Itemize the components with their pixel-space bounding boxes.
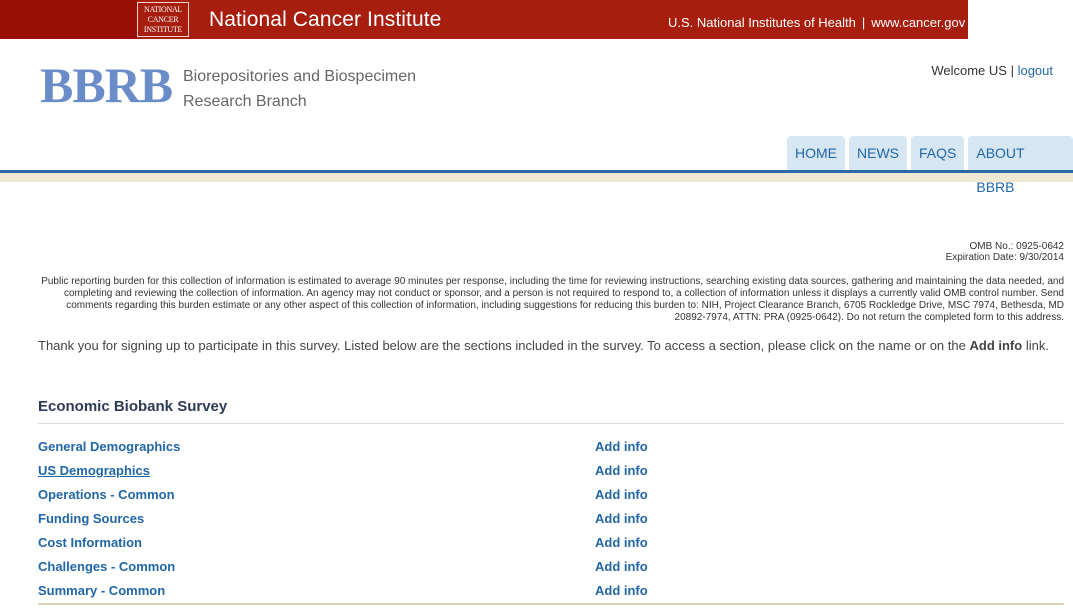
bbrb-subtitle-line1: Biorepositories and Biospecimen xyxy=(183,68,417,85)
welcome-area: Welcome US | logout xyxy=(931,63,1053,78)
nav-tab-home[interactable]: HOME xyxy=(787,136,845,170)
add-info-link[interactable]: Add info xyxy=(595,583,648,598)
omb-info: OMB No.: 0925-0642 Expiration Date: 9/30… xyxy=(946,241,1064,263)
nci-banner: NATIONAL CANCER INSTITUTE National Cance… xyxy=(0,0,1073,39)
nci-logo[interactable]: NATIONAL CANCER INSTITUTE xyxy=(137,2,189,37)
add-info-link[interactable]: Add info xyxy=(595,559,648,574)
add-info-link[interactable]: Add info xyxy=(595,439,648,454)
section-name-challenges-common[interactable]: Challenges - Common xyxy=(38,559,175,574)
intro-tail: link. xyxy=(1025,338,1049,353)
intro-text: Thank you for signing up to participate … xyxy=(38,338,1049,353)
main-nav: HOME NEWS FAQS ABOUT BBRB xyxy=(787,136,1073,195)
section-row: General Demographics Add info xyxy=(38,437,1064,461)
section-row: US Demographics Add info xyxy=(38,461,1064,485)
burden-statement: Public reporting burden for this collect… xyxy=(41,276,1064,323)
header-rule-tan xyxy=(0,173,1073,182)
section-name-funding-sources[interactable]: Funding Sources xyxy=(38,511,144,526)
survey-sections: General Demographics Add info US Demogra… xyxy=(38,437,1064,605)
intro-body: Thank you for signing up to participate … xyxy=(38,338,966,353)
nci-title[interactable]: National Cancer Institute xyxy=(209,8,441,32)
section-row: Summary - Common Add info xyxy=(38,581,1064,605)
section-row: Challenges - Common Add info xyxy=(38,557,1064,581)
nci-logo-line: INSTITUTE xyxy=(143,25,183,34)
omb-expiration: Expiration Date: 9/30/2014 xyxy=(945,252,1064,263)
nav-tab-faqs[interactable]: FAQS xyxy=(911,136,965,170)
nci-banner-left-block xyxy=(0,0,137,39)
nav-tab-about[interactable]: ABOUT BBRB xyxy=(968,136,1073,195)
nci-links: U.S. National Institutes of Health | www.c… xyxy=(668,15,965,30)
add-info-link[interactable]: Add info xyxy=(595,487,648,502)
bbrb-subtitle: Biorepositories and Biospecimen Research… xyxy=(183,64,416,114)
bbrb-logo[interactable]: BBRB xyxy=(40,58,173,113)
section-name-general-demographics[interactable]: General Demographics xyxy=(38,439,180,454)
bbrb-subtitle-line2: Research Branch xyxy=(183,93,307,110)
cancer-gov-link[interactable]: www.cancer.gov xyxy=(871,15,965,30)
omb-number: OMB No.: 0925-0642 xyxy=(969,241,1065,252)
survey-title: Economic Biobank Survey xyxy=(38,398,1064,424)
section-row: Cost Information Add info xyxy=(38,533,1064,557)
section-name-us-demographics[interactable]: US Demographics xyxy=(38,463,150,478)
add-info-link[interactable]: Add info xyxy=(595,511,648,526)
add-info-link[interactable]: Add info xyxy=(595,535,648,550)
logout-link[interactable]: logout xyxy=(1018,63,1053,78)
section-name-cost-information[interactable]: Cost Information xyxy=(38,535,142,550)
nci-logo-line: CANCER xyxy=(147,15,179,24)
nav-tab-news[interactable]: NEWS xyxy=(849,136,907,170)
sections-bottom-rule xyxy=(38,603,1064,605)
intro-add-info: Add info xyxy=(969,338,1023,353)
nih-link[interactable]: U.S. National Institutes of Health xyxy=(668,15,856,30)
bbrb-header: BBRB Biorepositories and Biospecimen Res… xyxy=(0,39,1073,195)
welcome-separator: | xyxy=(1010,63,1014,78)
section-name-summary-common[interactable]: Summary - Common xyxy=(38,583,165,598)
link-separator: | xyxy=(861,15,866,30)
section-row: Operations - Common Add info xyxy=(38,485,1064,509)
section-row: Funding Sources Add info xyxy=(38,509,1064,533)
section-name-operations-common[interactable]: Operations - Common xyxy=(38,487,175,502)
nci-logo-line: NATIONAL xyxy=(143,5,183,14)
welcome-text: Welcome US xyxy=(931,63,1007,78)
add-info-link[interactable]: Add info xyxy=(595,463,648,478)
